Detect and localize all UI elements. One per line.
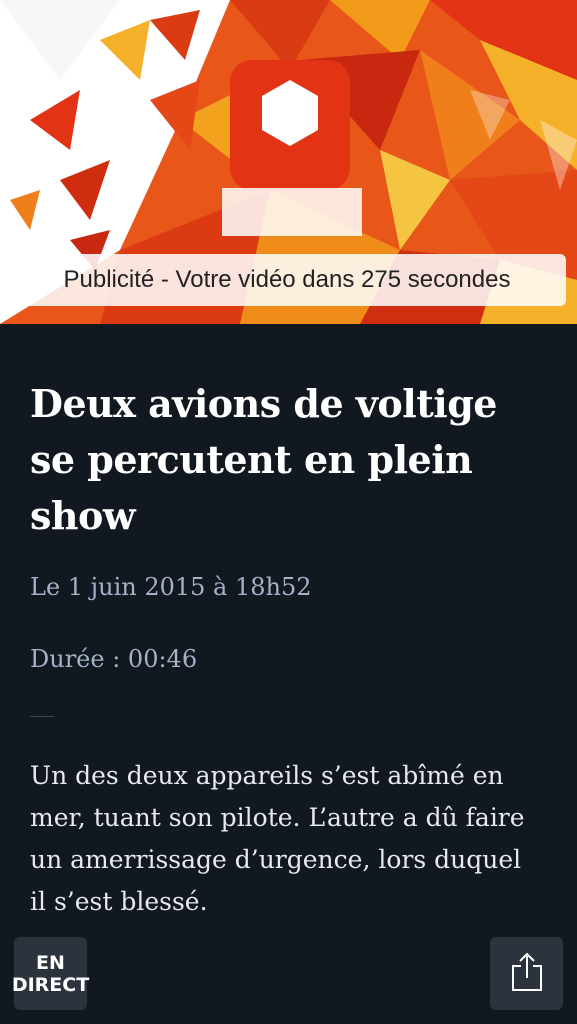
live-button[interactable]: EN DIRECT: [11, 937, 90, 1010]
live-button-line2: DIRECT: [11, 973, 90, 996]
divider: [30, 716, 54, 717]
article-title: Deux avions de voltige se percutent en p…: [30, 381, 497, 538]
share-icon: [509, 952, 545, 996]
video-player[interactable]: Publicité - Votre vidéo dans 275 seconde…: [0, 0, 577, 324]
article-content: Deux avions de voltige se percutent en p…: [30, 324, 550, 923]
article-description: Un des deux appareils s’est abîmé en mer…: [30, 761, 525, 916]
share-button[interactable]: [490, 937, 563, 1010]
ad-countdown-banner: Publicité - Votre vidéo dans 275 seconde…: [8, 254, 566, 306]
article-date: Le 1 juin 2015 à 18h52: [30, 573, 312, 601]
video-duration: Durée : 00:46: [30, 645, 198, 673]
live-button-line1: EN: [36, 951, 65, 974]
